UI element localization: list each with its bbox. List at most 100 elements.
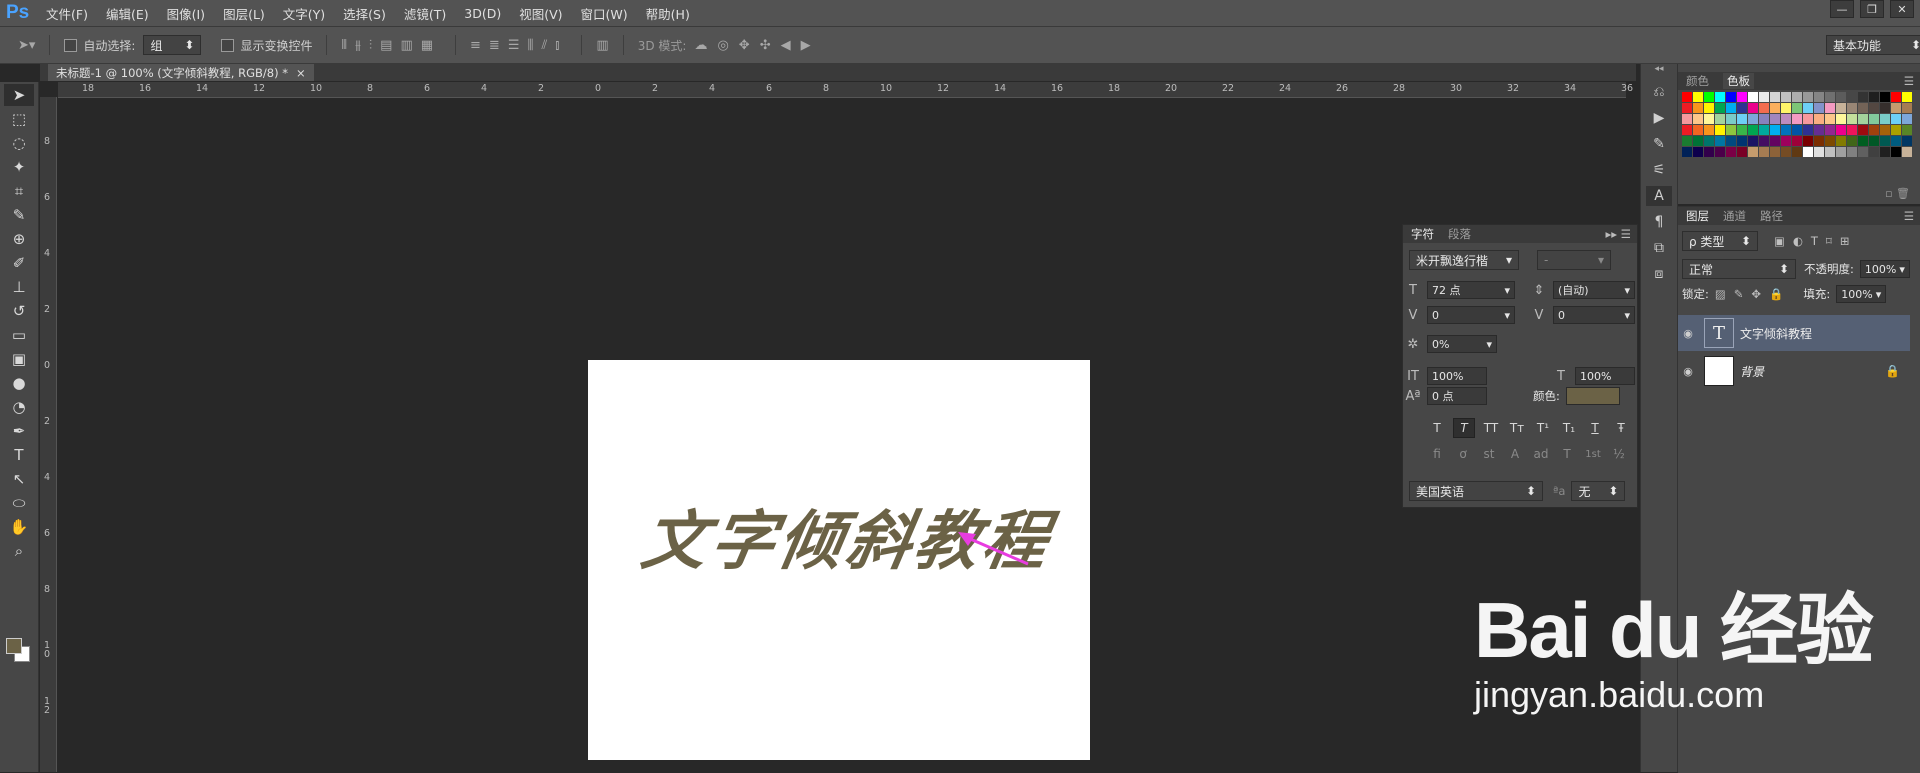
swatch[interactable] bbox=[1726, 125, 1736, 135]
paragraph-panel-icon[interactable]: ¶ bbox=[1646, 212, 1672, 232]
tsume-field[interactable]: 0% ▾ bbox=[1427, 335, 1497, 353]
menu-edit[interactable]: 编辑(E) bbox=[106, 4, 149, 23]
swatch[interactable] bbox=[1814, 147, 1824, 157]
swatch[interactable] bbox=[1770, 114, 1780, 124]
fractions-button[interactable]: ½ bbox=[1609, 445, 1629, 463]
layer-row-text[interactable]: ◉ T 文字倾斜教程 bbox=[1678, 315, 1910, 351]
collapse-icon[interactable]: ◂◂ bbox=[1641, 64, 1677, 76]
swatch[interactable] bbox=[1902, 114, 1912, 124]
swatch[interactable] bbox=[1693, 114, 1703, 124]
swatch[interactable] bbox=[1880, 136, 1890, 146]
subscript-button[interactable]: T₁ bbox=[1559, 419, 1579, 437]
blend-mode-dropdown[interactable]: 正常 ⬍ bbox=[1682, 259, 1796, 279]
swatch[interactable] bbox=[1814, 114, 1824, 124]
distribute-buttons-icon[interactable]: ≡≣☰⫼⫽⫾ bbox=[470, 38, 567, 53]
swatch[interactable] bbox=[1858, 103, 1868, 113]
swatch[interactable] bbox=[1770, 125, 1780, 135]
marquee-tool[interactable]: ⬚ bbox=[4, 108, 34, 130]
history-brush-tool[interactable]: ↺ bbox=[4, 300, 34, 322]
underline-button[interactable]: T bbox=[1585, 419, 1605, 437]
document-canvas[interactable]: 文字倾斜教程 bbox=[588, 360, 1090, 760]
swatch[interactable] bbox=[1858, 92, 1868, 102]
font-style-dropdown[interactable]: - ▾ bbox=[1537, 250, 1611, 270]
panel-menu-icon[interactable]: ☰ bbox=[1904, 209, 1914, 223]
swatch[interactable] bbox=[1748, 103, 1758, 113]
stamp-tool[interactable]: ⊥ bbox=[4, 276, 34, 298]
crop-tool[interactable]: ⌗ bbox=[4, 180, 34, 202]
swatch[interactable] bbox=[1726, 136, 1736, 146]
swatch[interactable] bbox=[1715, 147, 1725, 157]
swatch[interactable] bbox=[1902, 136, 1912, 146]
swatch[interactable] bbox=[1693, 136, 1703, 146]
language-dropdown[interactable]: 美国英语 ⬍ bbox=[1409, 481, 1543, 501]
swatch[interactable] bbox=[1869, 147, 1879, 157]
faux-italic-button[interactable]: T bbox=[1453, 418, 1475, 438]
swatch[interactable] bbox=[1836, 125, 1846, 135]
opacity-field[interactable]: 100% ▾ bbox=[1859, 260, 1910, 278]
tab-swatches[interactable]: 色板 bbox=[1723, 73, 1754, 89]
swatch[interactable] bbox=[1836, 92, 1846, 102]
swatch[interactable] bbox=[1803, 92, 1813, 102]
swatch[interactable] bbox=[1748, 92, 1758, 102]
tab-paths[interactable]: 路径 bbox=[1760, 208, 1783, 224]
path-select-tool[interactable]: ↖ bbox=[4, 468, 34, 490]
swatch[interactable] bbox=[1748, 125, 1758, 135]
swatch[interactable] bbox=[1825, 147, 1835, 157]
gradient-tool[interactable]: ▣ bbox=[4, 348, 34, 370]
swatch[interactable] bbox=[1869, 92, 1879, 102]
swatch[interactable] bbox=[1825, 125, 1835, 135]
swatch[interactable] bbox=[1803, 147, 1813, 157]
antialias-dropdown[interactable]: 无 ⬍ bbox=[1571, 481, 1626, 501]
swatch[interactable] bbox=[1715, 136, 1725, 146]
swatch[interactable] bbox=[1748, 147, 1758, 157]
swatch[interactable] bbox=[1814, 103, 1824, 113]
swatch[interactable] bbox=[1847, 147, 1857, 157]
old-style-button[interactable]: ơ bbox=[1453, 445, 1473, 463]
swatch[interactable] bbox=[1847, 92, 1857, 102]
swatch[interactable] bbox=[1836, 114, 1846, 124]
menu-file[interactable]: 文件(F) bbox=[46, 4, 88, 23]
swatch[interactable] bbox=[1847, 114, 1857, 124]
menu-layer[interactable]: 图层(L) bbox=[223, 4, 265, 23]
swatch[interactable] bbox=[1682, 125, 1692, 135]
swatch[interactable] bbox=[1737, 92, 1747, 102]
brush-tool[interactable]: ✐ bbox=[4, 252, 34, 274]
swatch[interactable] bbox=[1682, 103, 1692, 113]
swatch[interactable] bbox=[1759, 147, 1769, 157]
menu-type[interactable]: 文字(Y) bbox=[283, 4, 325, 23]
swatch[interactable] bbox=[1726, 103, 1736, 113]
stylistic-alternates-button[interactable]: ad bbox=[1531, 445, 1551, 463]
lasso-tool[interactable]: ◌ bbox=[4, 132, 34, 154]
swatch[interactable] bbox=[1704, 147, 1714, 157]
swatch[interactable] bbox=[1726, 114, 1736, 124]
swatch[interactable] bbox=[1770, 147, 1780, 157]
swatch[interactable] bbox=[1792, 147, 1802, 157]
menu-help[interactable]: 帮助(H) bbox=[646, 4, 690, 23]
swatch[interactable] bbox=[1737, 114, 1747, 124]
ligature-button[interactable]: fi bbox=[1427, 445, 1447, 463]
menu-3d[interactable]: 3D(D) bbox=[464, 6, 501, 21]
tab-channels[interactable]: 通道 bbox=[1723, 208, 1746, 224]
discretionary-ligature-button[interactable]: st bbox=[1479, 445, 1499, 463]
character-panel-icon[interactable]: A bbox=[1646, 186, 1672, 206]
swatch[interactable] bbox=[1682, 114, 1692, 124]
tab-color[interactable]: 颜色 bbox=[1686, 73, 1709, 89]
swatch[interactable] bbox=[1847, 136, 1857, 146]
swatch[interactable] bbox=[1759, 114, 1769, 124]
auto-select-dropdown[interactable]: 组 ⬍ bbox=[143, 35, 202, 55]
workspace-dropdown[interactable]: 基本功能 ⬍ bbox=[1826, 35, 1920, 55]
swatch[interactable] bbox=[1814, 136, 1824, 146]
swatch[interactable] bbox=[1792, 125, 1802, 135]
menu-image[interactable]: 图像(I) bbox=[167, 4, 205, 23]
swatch[interactable] bbox=[1803, 103, 1813, 113]
swatch[interactable] bbox=[1814, 92, 1824, 102]
adjustments-panel-icon[interactable]: ⚟ bbox=[1646, 160, 1672, 180]
swatch[interactable] bbox=[1704, 92, 1714, 102]
auto-align-icon[interactable]: ▥ bbox=[596, 38, 608, 53]
eyedropper-tool[interactable]: ✎ bbox=[4, 204, 34, 226]
tab-layers[interactable]: 图层 bbox=[1686, 208, 1709, 224]
small-caps-button[interactable]: Tт bbox=[1507, 419, 1527, 437]
foreground-color-swatch[interactable] bbox=[6, 638, 22, 654]
swatch[interactable] bbox=[1891, 114, 1901, 124]
swatch[interactable] bbox=[1880, 114, 1890, 124]
